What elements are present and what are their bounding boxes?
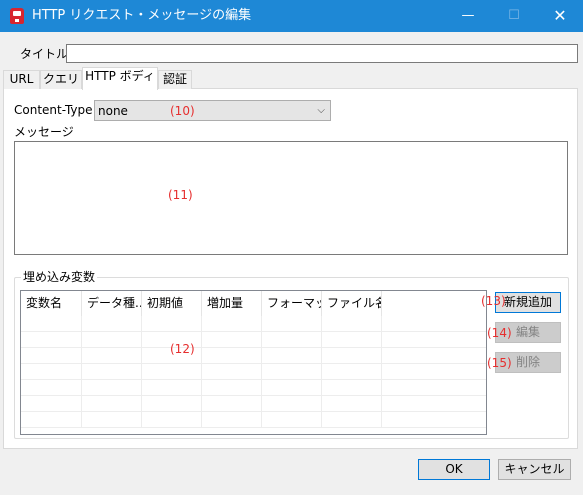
message-textarea[interactable] [14, 141, 568, 255]
table-cell[interactable] [202, 412, 262, 428]
annotation-15: (15) [487, 356, 512, 370]
table-row[interactable] [21, 380, 486, 396]
column-header[interactable]: フォーマッ... [262, 291, 322, 316]
embedded-vars-table[interactable]: 変数名 データ種... 初期値 増加量 フォーマッ... ファイル名 [20, 290, 487, 435]
table-cell[interactable] [202, 348, 262, 364]
table-cell[interactable] [322, 380, 382, 396]
minimize-button[interactable]: — [445, 0, 491, 32]
table-cell[interactable] [21, 348, 82, 364]
maximize-button: ☐ [508, 8, 520, 23]
table-cell[interactable] [21, 380, 82, 396]
table-cell[interactable] [262, 316, 322, 332]
table-cell[interactable] [142, 396, 202, 412]
table-cell[interactable] [262, 412, 322, 428]
table-cell[interactable] [142, 412, 202, 428]
annotation-12: (12) [170, 342, 195, 356]
table-cell[interactable] [322, 364, 382, 380]
table-cell[interactable] [322, 348, 382, 364]
table-cell[interactable] [82, 364, 142, 380]
content-type-label: Content-Type [14, 103, 93, 117]
table-cell[interactable] [322, 316, 382, 332]
column-header[interactable]: ファイル名 [322, 291, 382, 316]
table-cell[interactable] [262, 348, 322, 364]
column-header[interactable]: 変数名 [21, 291, 82, 316]
table-cell[interactable] [262, 332, 322, 348]
table-cell[interactable] [82, 412, 142, 428]
table-row[interactable] [21, 396, 486, 412]
tab-url[interactable]: URL [3, 70, 40, 89]
table-cell[interactable] [262, 380, 322, 396]
table-cell[interactable] [21, 412, 82, 428]
window-titlebar[interactable]: HTTP リクエスト・メッセージの編集 — ☐ ✕ [0, 0, 583, 32]
title-label: タイトル [20, 47, 69, 61]
embedded-vars-label: 埋め込み変数 [21, 269, 98, 285]
table-cell[interactable] [21, 396, 82, 412]
tab-http-body[interactable]: HTTP ボディ [82, 67, 158, 90]
table-cell[interactable] [202, 380, 262, 396]
table-cell[interactable] [202, 332, 262, 348]
annotation-11: (11) [168, 188, 193, 202]
column-header[interactable]: 増加量 [202, 291, 262, 316]
table-cell[interactable] [21, 316, 82, 332]
table-cell[interactable] [82, 316, 142, 332]
table-cell[interactable] [322, 412, 382, 428]
table-cell[interactable] [21, 332, 82, 348]
table-cell[interactable] [202, 364, 262, 380]
annotation-10: (10) [170, 104, 195, 118]
tab-query[interactable]: クエリ [40, 70, 82, 89]
column-header[interactable]: 初期値 [142, 291, 202, 316]
table-cell[interactable] [142, 364, 202, 380]
table-cell[interactable] [82, 348, 142, 364]
title-input[interactable] [66, 44, 578, 63]
table-row[interactable] [21, 332, 486, 348]
annotation-13: (13) [481, 294, 506, 308]
message-label: メッセージ [14, 125, 74, 139]
table-row[interactable] [21, 316, 486, 332]
content-type-value: none [98, 104, 128, 118]
table-cell[interactable] [142, 380, 202, 396]
table-cell[interactable] [82, 380, 142, 396]
app-icon [10, 8, 24, 24]
table-row[interactable] [21, 412, 486, 428]
table-cell[interactable] [142, 316, 202, 332]
table-cell[interactable] [262, 396, 322, 412]
table-cell[interactable] [262, 364, 322, 380]
table-cell[interactable] [82, 396, 142, 412]
table-header: 変数名 データ種... 初期値 増加量 フォーマッ... ファイル名 [21, 291, 486, 316]
table-cell[interactable] [322, 396, 382, 412]
table-row[interactable] [21, 348, 486, 364]
ok-button[interactable]: OK [418, 459, 490, 480]
window-title: HTTP リクエスト・メッセージの編集 [32, 8, 252, 23]
close-button[interactable]: ✕ [537, 0, 583, 32]
table-cell[interactable] [202, 396, 262, 412]
table-cell[interactable] [21, 364, 82, 380]
cancel-button[interactable]: キャンセル [498, 459, 571, 480]
table-body [21, 316, 486, 428]
tab-auth[interactable]: 認証 [158, 70, 192, 89]
table-row[interactable] [21, 364, 486, 380]
annotation-14: (14) [487, 326, 512, 340]
table-cell[interactable] [82, 332, 142, 348]
table-cell[interactable] [202, 316, 262, 332]
column-header[interactable]: データ種... [82, 291, 142, 316]
table-cell[interactable] [322, 332, 382, 348]
content-type-select[interactable]: none ⌵ [94, 100, 331, 121]
chevron-down-icon: ⌵ [317, 105, 325, 116]
